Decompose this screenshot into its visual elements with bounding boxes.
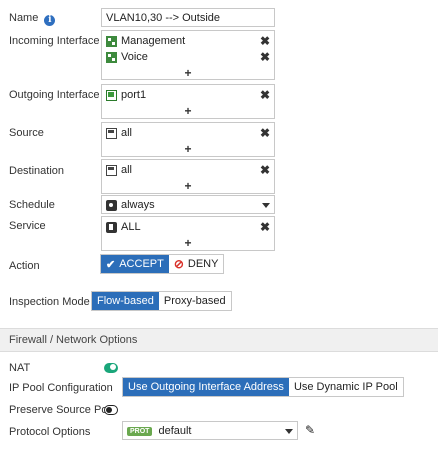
- interface-icon: [106, 35, 117, 47]
- protocol-options-entry: PROT default: [127, 425, 191, 437]
- nat-toggle[interactable]: [104, 363, 118, 373]
- entry-label: Voice: [121, 51, 148, 63]
- destination-entry: all: [106, 164, 132, 176]
- deny-button[interactable]: ⊘ DENY: [168, 255, 224, 273]
- use-dynamic-ip-pool-button[interactable]: Use Dynamic IP Pool: [288, 378, 403, 396]
- close-icon[interactable]: ✖: [260, 89, 270, 101]
- deny-label: DENY: [187, 258, 219, 270]
- destination-field[interactable]: all ✖ +: [101, 159, 275, 194]
- ip-pool-selector: Use Outgoing Interface Address Use Dynam…: [122, 377, 404, 397]
- section-title: Firewall / Network Options: [9, 334, 138, 346]
- protocol-options-value: default: [158, 425, 192, 437]
- ip-pool-label: IP Pool Configuration: [9, 382, 113, 394]
- pencil-icon[interactable]: ✎: [305, 423, 315, 437]
- port-icon: [106, 89, 117, 101]
- protocol-options-label: Protocol Options: [9, 426, 91, 438]
- close-icon[interactable]: ✖: [260, 35, 270, 47]
- close-icon[interactable]: ✖: [260, 51, 270, 63]
- accept-label: ACCEPT: [119, 258, 164, 270]
- preserve-source-port-toggle[interactable]: [104, 405, 118, 415]
- incoming-interface-entry: Voice: [106, 51, 148, 63]
- address-icon: [106, 164, 117, 176]
- outgoing-interface-field[interactable]: port1 ✖ +: [101, 84, 275, 119]
- entry-label: Management: [121, 35, 186, 47]
- preserve-source-port-label: Preserve Source Port: [9, 404, 115, 416]
- entry-label: ALL: [121, 221, 141, 233]
- source-entry: all: [106, 127, 132, 139]
- service-label: Service: [9, 220, 46, 232]
- incoming-interface-entry: Management: [106, 35, 185, 47]
- action-selector: ✔ ACCEPT ⊘ DENY: [100, 254, 225, 274]
- use-outgoing-interface-address-button[interactable]: Use Outgoing Interface Address: [123, 378, 289, 396]
- service-entry: ALL: [106, 221, 141, 233]
- close-icon[interactable]: ✖: [260, 127, 270, 139]
- plus-icon[interactable]: +: [102, 143, 274, 155]
- schedule-entry: always: [106, 199, 155, 211]
- outgoing-interface-entry: port1: [106, 89, 146, 101]
- toggle-knob: [110, 364, 116, 370]
- chevron-down-icon[interactable]: [285, 429, 293, 434]
- outgoing-interface-label: Outgoing Interface: [9, 89, 100, 101]
- service-icon: [106, 221, 117, 233]
- plus-icon[interactable]: +: [102, 237, 274, 249]
- firewall-network-options-header: Firewall / Network Options: [0, 328, 438, 352]
- source-label: Source: [9, 127, 44, 139]
- entry-label: all: [121, 164, 133, 176]
- chevron-down-icon[interactable]: [262, 203, 270, 208]
- protocol-options-select[interactable]: PROT default: [122, 421, 298, 440]
- deny-icon: ⊘: [173, 257, 184, 271]
- schedule-icon: [106, 199, 117, 211]
- plus-icon[interactable]: +: [102, 180, 274, 192]
- name-label: Name i: [9, 12, 56, 26]
- prot-badge: PROT: [127, 426, 153, 436]
- incoming-interface-label: Incoming Interface: [9, 35, 100, 47]
- toggle-knob: [106, 406, 112, 413]
- close-icon[interactable]: ✖: [260, 221, 270, 233]
- check-icon: ✔: [106, 258, 116, 271]
- service-field[interactable]: ALL ✖ +: [101, 216, 275, 251]
- proxy-based-button[interactable]: Proxy-based: [158, 292, 231, 310]
- inspection-mode-selector: Flow-based Proxy-based: [91, 291, 232, 311]
- name-value: VLAN10,30 --> Outside: [106, 12, 221, 24]
- schedule-value: always: [121, 199, 155, 211]
- close-icon[interactable]: ✖: [260, 164, 270, 176]
- destination-label: Destination: [9, 165, 65, 177]
- incoming-interface-field[interactable]: Management ✖ Voice ✖ +: [101, 30, 275, 80]
- name-input[interactable]: VLAN10,30 --> Outside: [101, 8, 275, 27]
- accept-button[interactable]: ✔ ACCEPT: [101, 255, 169, 273]
- schedule-select[interactable]: always: [101, 195, 275, 214]
- info-icon[interactable]: i: [44, 15, 56, 26]
- source-field[interactable]: all ✖ +: [101, 122, 275, 157]
- inspection-mode-label: Inspection Mode: [9, 296, 90, 308]
- interface-icon: [106, 51, 117, 63]
- schedule-label: Schedule: [9, 199, 55, 211]
- entry-label: all: [121, 127, 133, 139]
- action-label: Action: [9, 260, 40, 272]
- plus-icon[interactable]: +: [102, 105, 274, 117]
- nat-label: NAT: [9, 362, 31, 374]
- flow-based-button[interactable]: Flow-based: [92, 292, 159, 310]
- address-icon: [106, 127, 117, 139]
- entry-label: port1: [121, 89, 147, 101]
- plus-icon[interactable]: +: [102, 67, 274, 79]
